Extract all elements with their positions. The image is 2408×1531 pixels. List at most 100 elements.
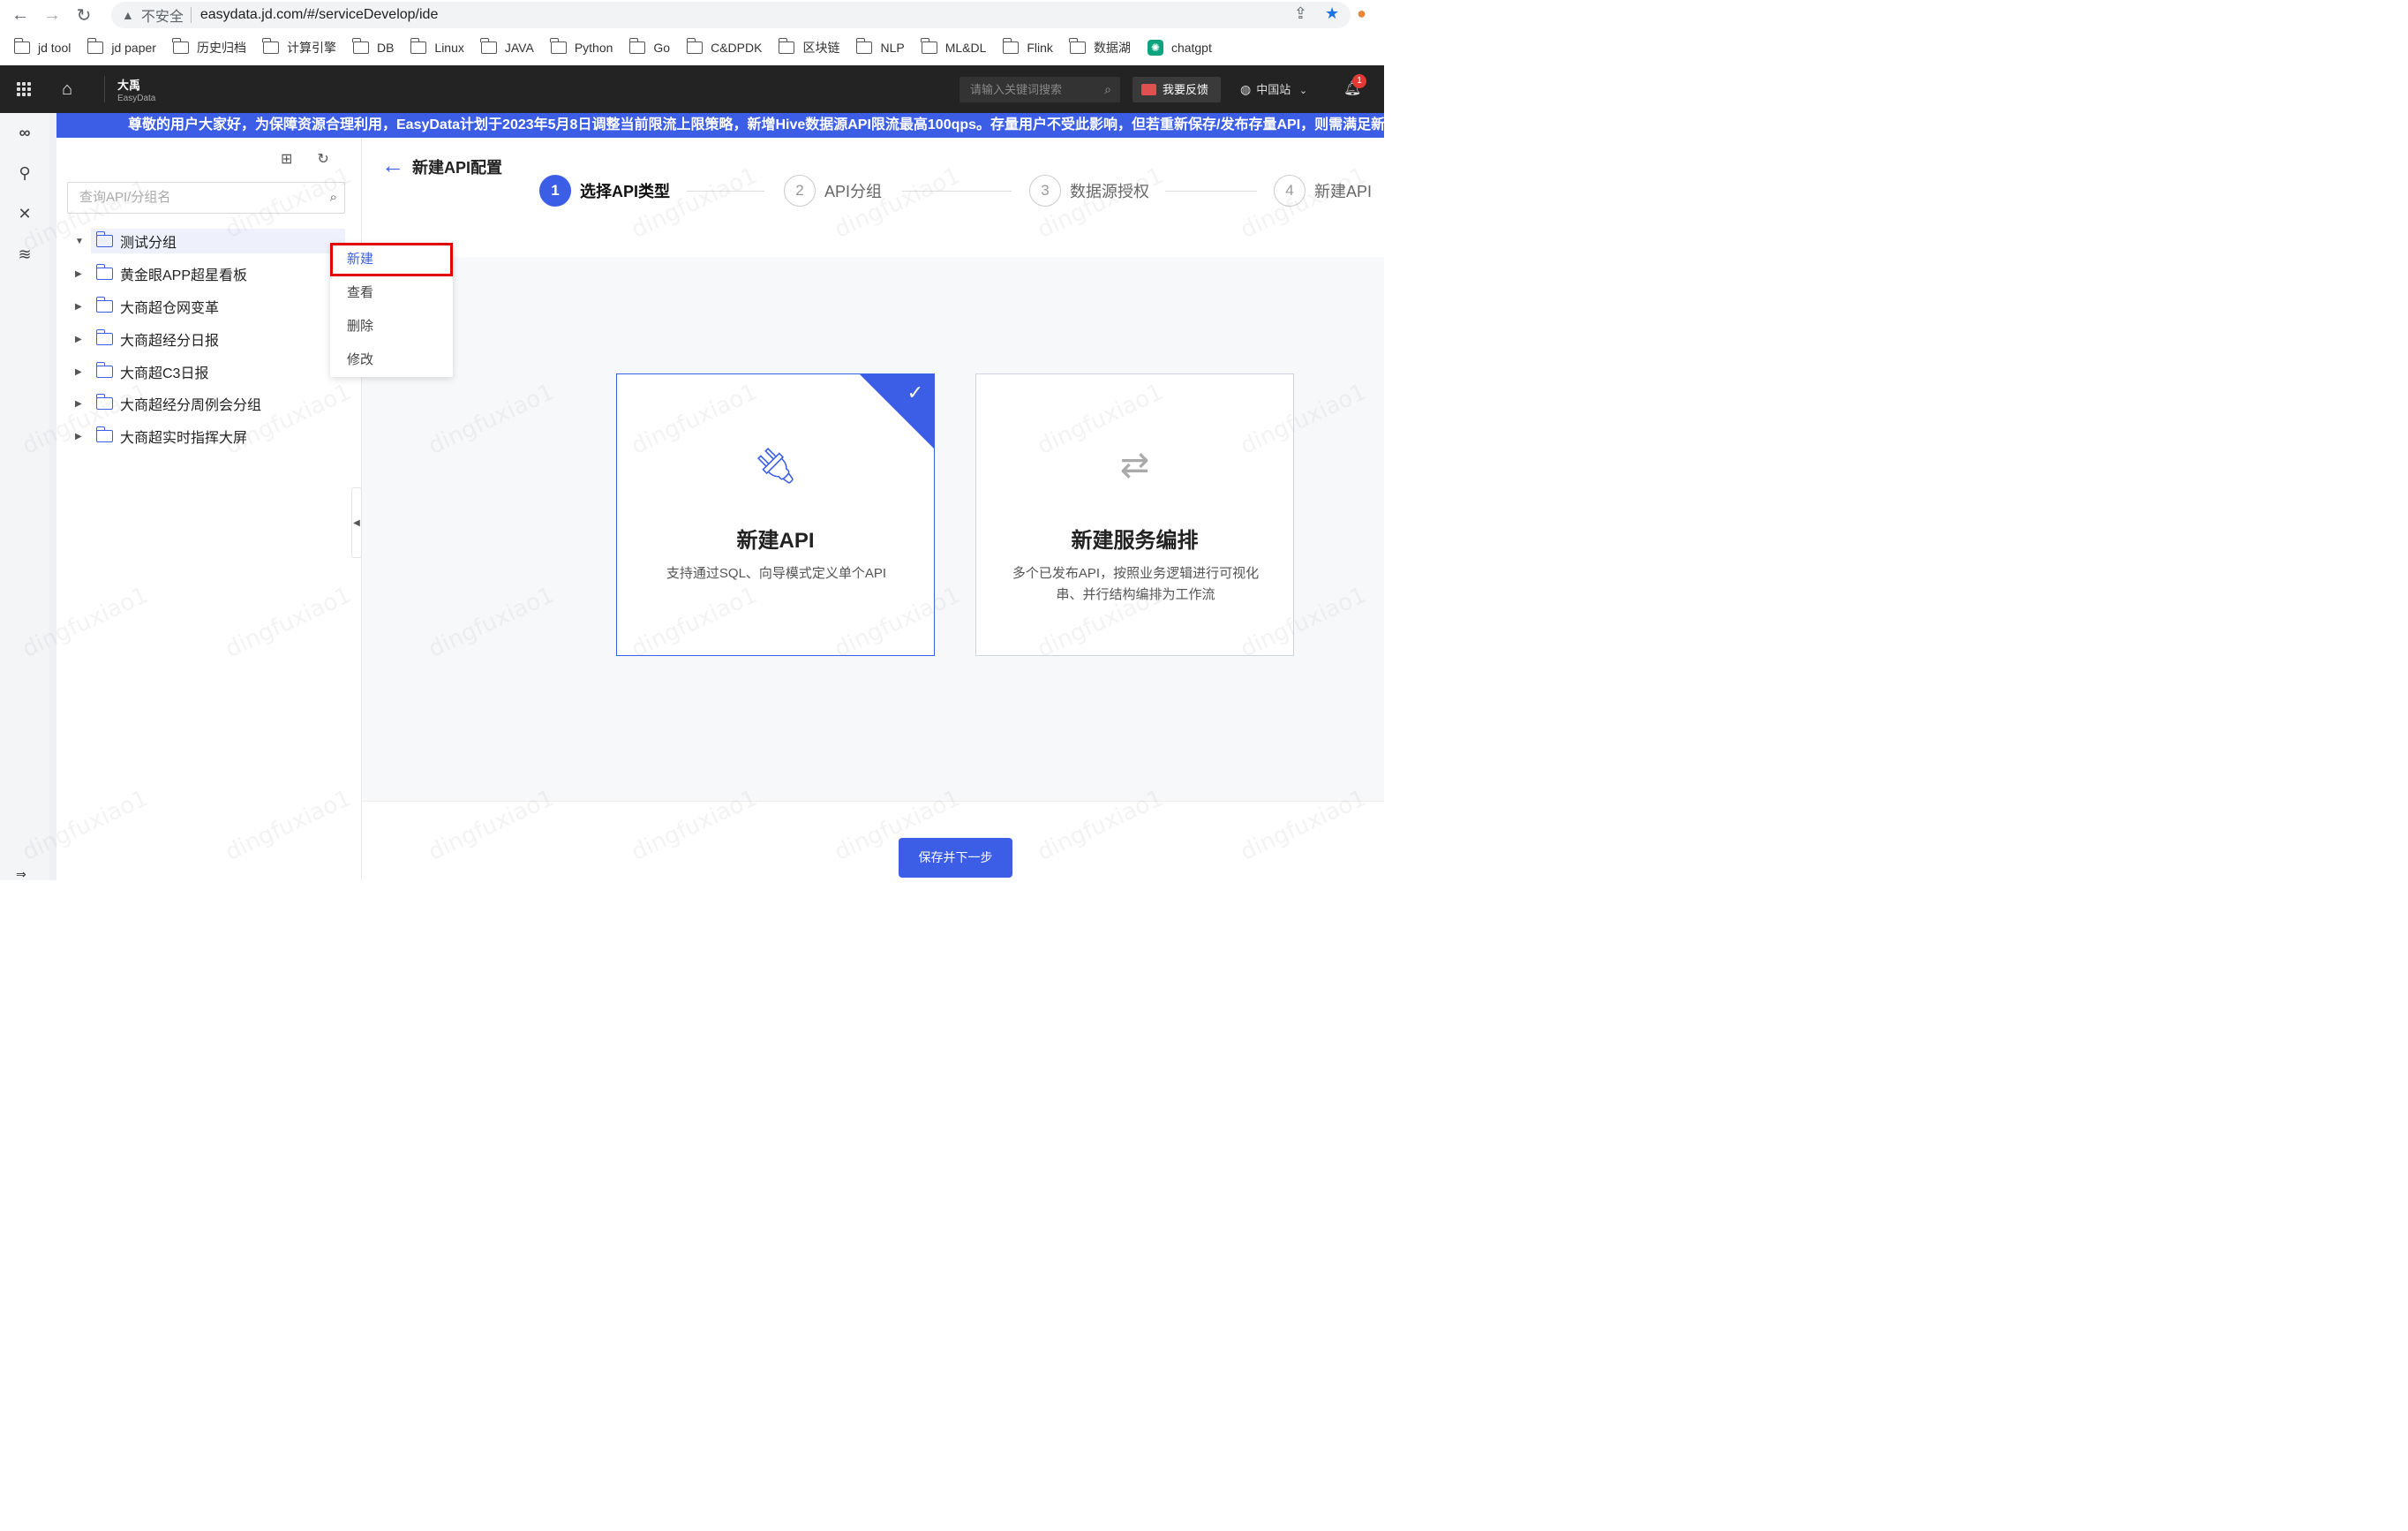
wizard-header: ← 新建API配置 1 选择API类型 2 API分组 3 数据源授权 4 新建… <box>362 138 1384 257</box>
warning-icon: ▲ <box>122 8 134 22</box>
home-icon[interactable]: ⌂ <box>62 79 83 99</box>
tree-item[interactable]: ▼ 测试分组 <box>75 229 345 253</box>
tree-item[interactable]: ▶ 大商超经分日报 <box>75 327 345 351</box>
bookmark-item[interactable]: 区块链 <box>778 38 839 57</box>
link-icon: ⇄ <box>1119 446 1150 485</box>
region-selector[interactable]: ◍ 中国站 ⌄ <box>1240 77 1307 102</box>
menu-item-edit[interactable]: 修改 <box>330 343 453 377</box>
bookmark-chatgpt[interactable]: ✺ chatgpt <box>1147 40 1212 56</box>
tree-search-input[interactable]: 查询API/分组名 ⌕ <box>67 182 345 214</box>
folder-icon <box>1002 38 1020 54</box>
check-icon: ✓ <box>907 381 923 403</box>
tree-item[interactable]: ▶ 大商超C3日报 <box>75 359 345 384</box>
bookmarks-bar: jd tool jd paper 历史归档 计算引擎 DB Linux JAVA… <box>0 30 1384 65</box>
bookmark-item[interactable]: Python <box>550 38 613 55</box>
caret-right-icon[interactable]: ▶ <box>75 335 82 344</box>
tree-item[interactable]: ▶ 大商超仓网变革 <box>75 294 345 319</box>
database-icon[interactable]: ≋ <box>14 244 35 265</box>
apps-grid-icon[interactable] <box>17 82 31 96</box>
bookmark-item[interactable]: ML&DL <box>921 38 986 55</box>
left-nav: ∞ ⚲ ✕ ≋ <box>0 113 49 880</box>
folder-icon <box>686 38 704 54</box>
bookmark-item[interactable]: 计算引擎 <box>262 38 336 57</box>
save-next-button[interactable]: 保存并下一步 <box>899 838 1012 878</box>
url-text[interactable]: easydata.jd.com/#/serviceDevelop/ide <box>200 7 438 23</box>
folder-icon <box>628 38 646 54</box>
feedback-label: 我要反馈 <box>1163 83 1209 96</box>
bookmark-item[interactable]: C&DPDK <box>686 38 762 55</box>
tree-item-label: 大商超实时指挥大屏 <box>120 431 248 446</box>
caret-right-icon[interactable]: ▶ <box>75 432 82 441</box>
tree-item[interactable]: ▶ 黄金眼APP超星看板 <box>75 261 345 286</box>
menu-item-new[interactable]: 新建 <box>330 243 453 276</box>
search-icon[interactable]: ⌕ <box>330 183 337 213</box>
folder-icon <box>95 329 113 345</box>
tree-item-label: 大商超经分周例会分组 <box>120 398 262 413</box>
feedback-button[interactable]: 我要反馈 <box>1133 77 1221 102</box>
plug-icon: 🔌︎ <box>753 447 798 486</box>
add-folder-icon[interactable]: ⊞ <box>281 150 292 168</box>
tree-item[interactable]: ▶ 大商超实时指挥大屏 <box>75 424 345 449</box>
step-2[interactable]: 2 API分组 <box>784 175 882 207</box>
profile-icon[interactable]: ● <box>1357 4 1366 23</box>
brand-logo[interactable]: 大禹 EasyData <box>117 76 155 103</box>
caret-right-icon[interactable]: ▶ <box>75 367 82 377</box>
folder-icon <box>480 38 497 54</box>
step-4[interactable]: 4 新建API <box>1274 175 1372 207</box>
header-divider <box>104 76 105 102</box>
notification-badge: 1 <box>1352 74 1366 88</box>
api-tree-panel: ⊞ ↻ 查询API/分组名 ⌕ ▼ 测试分组 ▶ 黄金眼APP超星看板 ▶ 大商… <box>56 138 362 880</box>
folder-icon <box>855 38 873 54</box>
link-icon[interactable]: ∞ <box>14 122 35 143</box>
bookmark-item[interactable]: DB <box>352 38 394 55</box>
step-label: 数据源授权 <box>1070 183 1149 200</box>
step-number: 3 <box>1029 175 1061 207</box>
step-connector <box>1165 191 1257 192</box>
bookmark-item[interactable]: 历史归档 <box>172 38 246 57</box>
bookmark-item[interactable]: Linux <box>410 38 464 55</box>
card-new-api[interactable]: ✓ 🔌︎ 新建API 支持通过SQL、向导模式定义单个API <box>616 373 935 656</box>
menu-item-delete[interactable]: 删除 <box>330 310 453 343</box>
forward-icon[interactable]: → <box>41 4 64 26</box>
expand-nav-icon[interactable]: ⇒ <box>16 867 26 882</box>
plug-icon[interactable]: ⚲ <box>14 162 35 184</box>
caret-right-icon[interactable]: ▶ <box>75 269 82 279</box>
page-title: 新建API配置 <box>412 159 503 177</box>
menu-item-view[interactable]: 查看 <box>330 276 453 310</box>
bookmark-item[interactable]: JAVA <box>480 38 534 55</box>
global-search-input[interactable]: 请输入关键词搜索 ⌕ <box>959 77 1120 102</box>
folder-icon <box>262 38 279 54</box>
bookmark-star-icon[interactable]: ★ <box>1325 4 1339 23</box>
bookmark-item[interactable]: Go <box>628 38 670 55</box>
bookmark-item[interactable]: Flink <box>1002 38 1053 55</box>
caret-right-icon[interactable]: ▶ <box>75 302 82 312</box>
search-icon[interactable]: ⌕ <box>1104 77 1111 102</box>
tree-item[interactable]: ▶ 大商超经分周例会分组 <box>75 391 345 416</box>
step-1[interactable]: 1 选择API类型 <box>539 175 670 207</box>
step-number: 4 <box>1274 175 1306 207</box>
back-icon[interactable]: ← <box>9 4 32 26</box>
bookmark-item[interactable]: 数据湖 <box>1069 38 1131 57</box>
url-bar[interactable]: ▲ 不安全 easydata.jd.com/#/serviceDevelop/i… <box>111 2 1351 28</box>
caret-down-icon[interactable]: ▼ <box>75 237 84 246</box>
back-arrow-icon[interactable]: ← <box>381 152 404 179</box>
global-search-placeholder: 请输入关键词搜索 <box>970 83 1063 96</box>
gutter <box>49 113 56 880</box>
step-3[interactable]: 3 数据源授权 <box>1029 175 1149 207</box>
bookmark-item[interactable]: jd tool <box>13 38 71 55</box>
bookmark-item[interactable]: NLP <box>855 38 905 55</box>
bookmark-item[interactable]: jd paper <box>87 38 156 55</box>
tools-icon[interactable]: ✕ <box>14 203 35 224</box>
step-connector <box>902 191 1012 192</box>
collapse-panel-handle[interactable]: ◀ <box>351 487 362 558</box>
reload-icon[interactable]: ↻ <box>72 4 95 26</box>
folder-icon <box>172 38 189 54</box>
share-icon[interactable]: ⇪ <box>1294 4 1307 23</box>
wizard-footer: 保存并下一步 <box>362 801 1384 880</box>
caret-right-icon[interactable]: ▶ <box>75 399 82 409</box>
notice-banner: 尊敬的用户大家好，为保障资源合理利用，EasyData计划于2023年5月8日调… <box>56 113 1384 138</box>
refresh-icon[interactable]: ↻ <box>317 150 328 168</box>
tree-item-label: 大商超C3日报 <box>120 366 209 381</box>
card-service-orchestration[interactable]: ⇄ 新建服务编排 多个已发布API，按照业务逻辑进行可视化串、并行结构编排为工作… <box>975 373 1294 656</box>
folder-icon <box>13 38 30 54</box>
